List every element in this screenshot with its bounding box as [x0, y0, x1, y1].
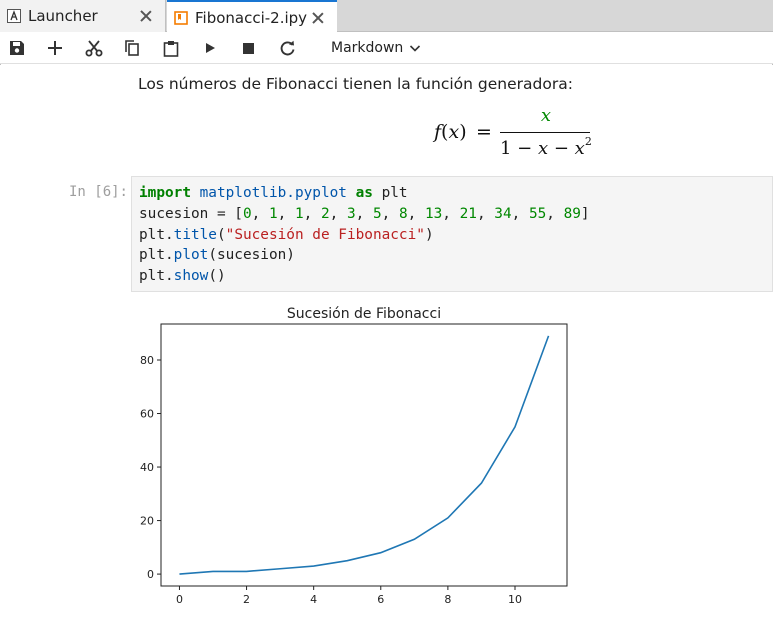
tab-label: Launcher	[28, 7, 98, 25]
restart-icon	[280, 40, 294, 55]
list-number: 2	[320, 205, 330, 222]
list-number: 13	[424, 205, 443, 222]
y-tick-label: 20	[140, 515, 154, 528]
list-number: 3	[346, 205, 356, 222]
list-number: 21	[459, 205, 477, 222]
fibonacci-line-chart: Sucesión de Fibonacci 0 2 4 6 8 10 0 20 40 60 80	[140, 306, 568, 606]
close-icon[interactable]	[139, 9, 153, 23]
tab-fibonacci[interactable]: Fibonacci-2.ipy	[167, 0, 337, 33]
series-line	[179, 335, 550, 575]
list-number: 89	[563, 205, 581, 222]
list-number: 1	[294, 205, 304, 222]
x-tick-label: 8	[444, 593, 451, 606]
notebook-toolbar: Markdown	[0, 32, 773, 64]
generating-function-formula: f(x) = x 1 − x − x2	[434, 105, 592, 159]
chevron-down-icon	[410, 45, 421, 52]
tab-bar: Launcher Fibonacci-2.ipy	[0, 0, 773, 33]
tab-label: Fibonacci-2.ipy	[195, 8, 308, 27]
close-icon[interactable]	[311, 11, 325, 25]
launcher-icon	[7, 9, 21, 23]
add-cell-icon	[48, 41, 62, 55]
tab-launcher[interactable]: Launcher	[0, 0, 166, 32]
run-button[interactable]	[197, 36, 223, 60]
cell-prompt: In [6]:	[68, 184, 128, 200]
add-cell-button[interactable]	[42, 36, 68, 60]
list-number: 1	[268, 205, 278, 222]
code-cell[interactable]: import matplotlib.pyplot as plt sucesion…	[131, 176, 773, 292]
y-tick-label: 60	[140, 408, 154, 421]
cut-icon	[85, 40, 103, 57]
x-tick-label: 10	[508, 593, 522, 606]
x-tick-label: 6	[377, 593, 384, 606]
cell-type-label: Markdown	[331, 40, 404, 56]
cell-type-select[interactable]: Markdown	[331, 37, 421, 59]
notebook-panel: Los números de Fibonacci tienen la funci…	[0, 65, 773, 622]
paste-icon	[163, 40, 179, 57]
x-tick-label: 0	[176, 593, 183, 606]
stop-icon	[242, 42, 254, 54]
restart-button[interactable]	[274, 36, 300, 60]
list-number: 0	[242, 205, 252, 222]
paste-button[interactable]	[158, 36, 184, 60]
list-values: 0, 1, 1, 2, 3, 5, 8, 13, 21, 34, 55, 89	[242, 205, 581, 222]
run-icon	[206, 43, 215, 53]
list-number: 55	[528, 205, 547, 222]
x-tick-label: 2	[243, 593, 250, 606]
y-tick-label: 0	[147, 568, 154, 581]
stop-button[interactable]	[235, 36, 261, 60]
list-number: 5	[372, 205, 382, 222]
copy-button[interactable]	[119, 36, 145, 60]
list-number: 8	[398, 205, 408, 222]
cut-button[interactable]	[81, 36, 107, 60]
save-icon	[10, 41, 24, 55]
save-button[interactable]	[4, 36, 30, 60]
y-tick-label: 80	[140, 354, 154, 367]
notebook-icon	[174, 10, 188, 25]
code-editor[interactable]: import matplotlib.pyplot as plt sucesion…	[139, 183, 590, 287]
copy-icon	[125, 40, 139, 56]
list-number: 34	[494, 205, 512, 222]
y-tick-label: 40	[140, 461, 154, 474]
x-tick-label: 4	[310, 593, 317, 606]
plot-area	[160, 323, 568, 587]
markdown-text: Los números de Fibonacci tienen la funci…	[138, 75, 573, 93]
chart-title: Sucesión de Fibonacci	[287, 306, 441, 322]
